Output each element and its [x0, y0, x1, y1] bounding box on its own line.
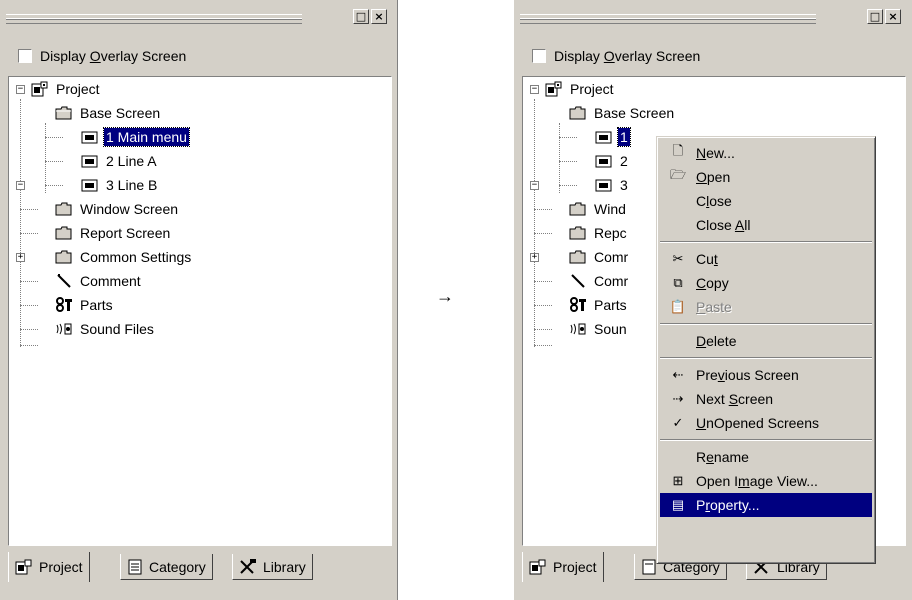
property-icon: ▤ — [671, 497, 685, 512]
menu-item-previous-screen[interactable]: ⇠ Previous Screen — [660, 363, 872, 387]
screen-icon — [81, 131, 98, 144]
document-icon — [128, 559, 142, 574]
tree-item-window-screen[interactable]: Wind — [569, 199, 628, 219]
checkmark-icon: ✓ — [672, 415, 684, 430]
close-button[interactable]: × — [371, 9, 387, 24]
screen-icon — [81, 155, 98, 168]
tree-item-common-settings[interactable]: Common Settings — [55, 247, 193, 267]
checkbox-box[interactable] — [532, 49, 546, 63]
tree-item-report-screen[interactable]: Repc — [569, 223, 629, 243]
project-panel-before: □ × Display Overlay Screen − − + Project — [0, 0, 398, 600]
folder-icon — [55, 202, 72, 216]
menu-item-paste[interactable]: 📋 Paste — [660, 295, 872, 319]
menu-item-copy[interactable]: ⧉ Copy — [660, 271, 872, 295]
open-icon: 🗁 — [669, 167, 687, 182]
tree-item-base-screen[interactable]: Base Screen — [55, 103, 162, 123]
menu-item-next-screen[interactable]: ⇢ Next Screen — [660, 387, 872, 411]
transition-arrow: → — [436, 286, 454, 306]
checkbox-label: Display Overlay Screen — [554, 48, 701, 64]
display-overlay-checkbox[interactable]: Display Overlay Screen — [532, 46, 700, 66]
tree-item-common-settings[interactable]: Comr — [569, 247, 630, 267]
checkbox-label: Display Overlay Screen — [40, 48, 187, 64]
tools-icon — [240, 558, 256, 574]
menu-item-close-all[interactable]: Close All — [660, 213, 872, 237]
tab-library[interactable]: Library — [232, 554, 313, 580]
tree-item-report-screen[interactable]: Report Screen — [55, 223, 172, 243]
titlebar-grip[interactable] — [6, 14, 302, 24]
checkbox-box[interactable] — [18, 49, 32, 63]
screen-icon — [595, 155, 612, 168]
tree-item-base-screen[interactable]: Base Screen — [569, 103, 676, 123]
tree-item-line-a[interactable]: 2 Line A — [81, 151, 159, 171]
folder-icon — [569, 202, 586, 216]
close-button[interactable]: × — [885, 9, 901, 24]
tree-item-line-a[interactable]: 2 — [595, 151, 630, 171]
menu-item-unopened-screens[interactable]: ✓ UnOpened Screens — [660, 411, 872, 435]
tree-item-project[interactable]: Project — [545, 79, 616, 99]
tree-item-parts[interactable]: Parts — [569, 295, 629, 315]
sound-icon — [570, 323, 586, 335]
parts-icon — [570, 297, 586, 312]
tree-item-project[interactable]: Project — [31, 79, 102, 99]
maximize-button[interactable]: □ — [867, 9, 883, 24]
menu-separator — [660, 357, 872, 359]
project-icon — [529, 559, 546, 575]
panel-titlebar[interactable]: □ × — [6, 9, 387, 28]
screen-icon — [595, 131, 612, 144]
document-icon — [642, 559, 656, 574]
folder-icon — [55, 106, 72, 120]
menu-item-open-image-view[interactable]: ⊞ Open Image View... — [660, 469, 872, 493]
titlebar-grip[interactable] — [520, 14, 816, 24]
new-file-icon: 🗋 — [672, 143, 684, 158]
pencil-icon — [57, 274, 71, 288]
sound-icon — [56, 323, 72, 335]
menu-item-rename[interactable]: Rename — [660, 445, 872, 469]
tree-item-line-b[interactable]: 3 — [595, 175, 630, 195]
folder-icon — [569, 250, 586, 264]
parts-icon — [56, 297, 72, 312]
paste-icon: 📋 — [669, 299, 687, 314]
screen-icon — [81, 179, 98, 192]
menu-separator — [660, 323, 872, 325]
folder-icon — [55, 250, 72, 264]
menu-separator — [660, 241, 872, 243]
scissors-icon: ✂ — [672, 251, 684, 266]
pencil-icon — [571, 274, 585, 288]
tree-item-main-menu[interactable]: 1 Main menu — [81, 127, 190, 147]
panel-titlebar[interactable]: □ × — [520, 9, 901, 28]
tree-item-line-b[interactable]: 3 Line B — [81, 175, 159, 195]
folder-icon — [569, 106, 586, 120]
tree-item-comment[interactable]: Comr — [569, 271, 630, 291]
maximize-button[interactable]: □ — [353, 9, 369, 24]
menu-item-delete[interactable]: Delete — [660, 329, 872, 353]
menu-item-open[interactable]: 🗁 Open — [660, 165, 872, 189]
tab-project[interactable]: Project — [522, 552, 604, 582]
display-overlay-checkbox[interactable]: Display Overlay Screen — [18, 46, 186, 66]
project-icon — [31, 81, 48, 97]
tree-item-sound-files[interactable]: Sound Files — [55, 319, 156, 339]
menu-separator — [660, 439, 872, 441]
menu-item-property[interactable]: ▤ Property... — [660, 493, 872, 517]
tree-item-main-menu[interactable]: 1 — [595, 127, 631, 147]
tree-item-window-screen[interactable]: Window Screen — [55, 199, 180, 219]
menu-item-cut[interactable]: ✂ Cut — [660, 247, 872, 271]
project-icon — [545, 81, 562, 97]
tree-item-sound-files[interactable]: Soun — [569, 319, 629, 339]
tree-item-comment[interactable]: Comment — [55, 271, 143, 291]
tab-project[interactable]: Project — [8, 552, 90, 582]
screen-icon — [595, 179, 612, 192]
menu-item-close[interactable]: Close — [660, 189, 872, 213]
tab-category[interactable]: Category — [120, 554, 213, 580]
menu-item-new[interactable]: 🗋 New... — [660, 141, 872, 165]
image-view-icon: ⊞ — [672, 473, 684, 488]
arrow-right-icon: ⇢ — [672, 391, 684, 406]
folder-icon — [569, 226, 586, 240]
folder-icon — [55, 226, 72, 240]
arrow-left-icon: ⇠ — [672, 367, 684, 382]
project-icon — [15, 559, 32, 575]
copy-icon: ⧉ — [673, 275, 683, 290]
tree-item-parts[interactable]: Parts — [55, 295, 115, 315]
project-tree[interactable]: − − + Project Base Screen 1 Main menu 2 … — [8, 76, 392, 546]
context-menu: 🗋 New... 🗁 Open Close Close All ✂ Cut ⧉ … — [656, 136, 876, 564]
